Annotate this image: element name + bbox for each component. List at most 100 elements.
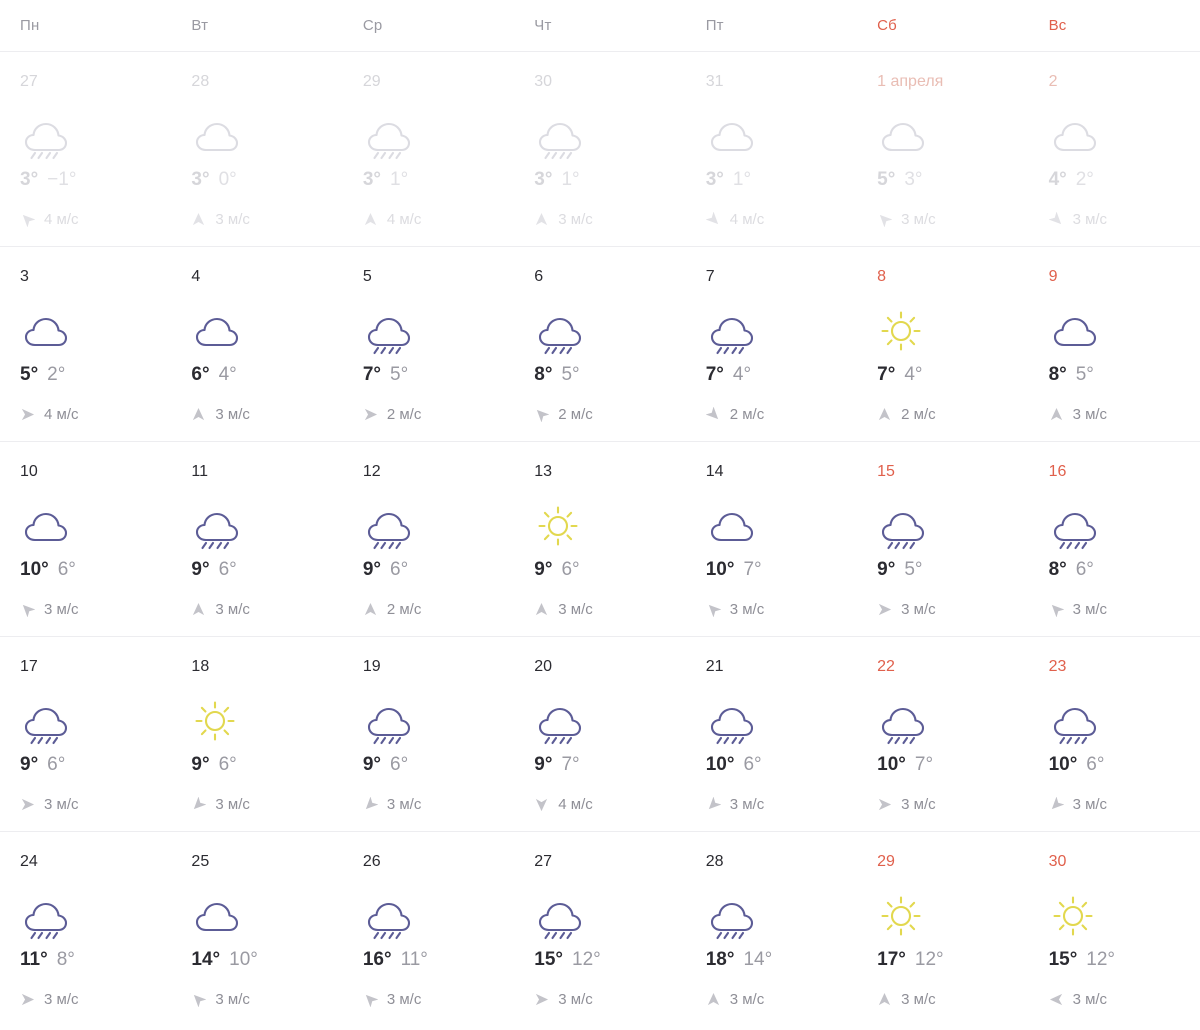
- day-cell[interactable]: 27 15° 12° 3 м/с: [514, 832, 685, 1027]
- day-cell[interactable]: 6 8° 5° 2 м/с: [514, 247, 685, 441]
- wind-info: 3 м/с: [191, 796, 342, 813]
- day-cell[interactable]: 15 9° 5° 3 м/с: [857, 442, 1028, 636]
- wind-speed: 3 м/с: [215, 211, 250, 228]
- wind-direction-arrow-icon: [1049, 992, 1064, 1007]
- temperature-high: 10°: [705, 559, 735, 580]
- wind-info: 3 м/с: [1049, 796, 1200, 813]
- temperature-low: 6°: [57, 559, 76, 580]
- temperature-high: 10°: [1048, 754, 1078, 775]
- day-cell[interactable]: 5 7° 5° 2 м/с: [343, 247, 514, 441]
- day-cell[interactable]: 21 10° 6° 3 м/с: [686, 637, 857, 831]
- wind-speed: 2 м/с: [729, 406, 765, 423]
- temperature-low: 3°: [904, 169, 923, 190]
- temperature-range: 11° 8°: [20, 950, 171, 969]
- day-cell[interactable]: 1 апреля 5° 3° 3 м/с: [857, 52, 1028, 246]
- temperature-high: 5°: [20, 364, 39, 385]
- wind-info: 3 м/с: [706, 991, 857, 1008]
- wind-info: 2 м/с: [534, 406, 685, 423]
- wind-info: 4 м/с: [534, 796, 685, 813]
- weekday-label-6: Вс: [1048, 17, 1067, 34]
- day-cell[interactable]: 3 5° 2° 4 м/с: [0, 247, 171, 441]
- wind-info: 3 м/с: [706, 601, 857, 618]
- day-number: 19: [362, 658, 381, 675]
- day-cell[interactable]: 23 10° 6° 3 м/с: [1029, 637, 1200, 831]
- rain-icon: [534, 112, 685, 160]
- day-number: 1 апреля: [877, 73, 944, 90]
- day-cell[interactable]: 28 3° 0° 3 м/с: [171, 52, 342, 246]
- rain-icon: [20, 112, 171, 160]
- day-cell[interactable]: 30 15° 12° 3 м/с: [1029, 832, 1200, 1027]
- day-cell[interactable]: 17 9° 6° 3 м/с: [0, 637, 171, 831]
- day-cell[interactable]: 19 9° 6° 3 м/с: [343, 637, 514, 831]
- cloud-icon: [20, 307, 171, 355]
- day-cell[interactable]: 11 9° 6° 3 м/с: [171, 442, 342, 636]
- day-cell[interactable]: 4 6° 4° 3 м/с: [171, 247, 342, 441]
- day-cell[interactable]: 25 14° 10° 3 м/с: [171, 832, 342, 1027]
- wind-speed: 4 м/с: [729, 211, 765, 228]
- day-cell[interactable]: 14 10° 7° 3 м/с: [686, 442, 857, 636]
- wind-speed: 3 м/с: [215, 406, 250, 423]
- wind-speed: 3 м/с: [44, 796, 79, 813]
- temperature-low: 1°: [561, 169, 580, 190]
- wind-info: 4 м/с: [20, 211, 171, 228]
- rain-icon: [363, 307, 514, 355]
- wind-direction-arrow-icon: [534, 602, 549, 617]
- day-cell[interactable]: 13 9° 6° 3 м/с: [514, 442, 685, 636]
- temperature-low: 10°: [229, 949, 258, 970]
- wind-info: 3 м/с: [877, 211, 1028, 228]
- wind-speed: 3 м/с: [558, 991, 593, 1008]
- wind-info: 3 м/с: [534, 601, 685, 618]
- day-cell[interactable]: 9 8° 5° 3 м/с: [1029, 247, 1200, 441]
- temperature-range: 8° 6°: [1049, 560, 1200, 579]
- cloud-icon: [706, 502, 857, 550]
- temperature-low: 6°: [743, 754, 762, 775]
- day-number: 15: [877, 463, 895, 480]
- day-cell[interactable]: 29 3° 1° 4 м/с: [343, 52, 514, 246]
- day-cell[interactable]: 20 9° 7° 4 м/с: [514, 637, 685, 831]
- day-number: 6: [534, 268, 544, 285]
- day-number: 27: [534, 853, 553, 870]
- cloud-icon: [191, 112, 342, 160]
- temperature-range: 9° 7°: [534, 755, 685, 774]
- week-row: 27 3° −1° 4 м/с 28 3° 0° 3 м/с 29 3° 1° 4 м/с 30 3° 1°…: [0, 52, 1200, 247]
- wind-direction-arrow-icon: [877, 797, 892, 812]
- day-cell[interactable]: 8 7° 4° 2 м/с: [857, 247, 1028, 441]
- temperature-range: 9° 5°: [877, 560, 1028, 579]
- day-cell[interactable]: 24 11° 8° 3 м/с: [0, 832, 171, 1027]
- rain-icon: [877, 502, 1028, 550]
- day-cell[interactable]: 31 3° 1° 4 м/с: [686, 52, 857, 246]
- rain-icon: [534, 892, 685, 940]
- day-cell[interactable]: 10 10° 6° 3 м/с: [0, 442, 171, 636]
- wind-direction-arrow-icon: [20, 212, 35, 227]
- temperature-low: 4°: [732, 364, 752, 385]
- temperature-range: 10° 7°: [877, 755, 1028, 774]
- day-cell[interactable]: 22 10° 7° 3 м/с: [857, 637, 1028, 831]
- wind-speed: 3 м/с: [901, 211, 936, 228]
- temperature-low: 6°: [390, 754, 409, 775]
- cloud-icon: [1049, 307, 1200, 355]
- day-cell[interactable]: 29 17° 12° 3 м/с: [857, 832, 1028, 1027]
- sun-icon: [877, 892, 1028, 940]
- day-cell[interactable]: 27 3° −1° 4 м/с: [0, 52, 171, 246]
- day-cell[interactable]: 7 7° 4° 2 м/с: [686, 247, 857, 441]
- temperature-low: 1°: [390, 169, 409, 190]
- day-cell[interactable]: 12 9° 6° 2 м/с: [343, 442, 514, 636]
- rain-icon: [363, 112, 514, 160]
- weekday-label-2: Ср: [362, 17, 383, 34]
- day-cell[interactable]: 18 9° 6° 3 м/с: [171, 637, 342, 831]
- weeks-container: 27 3° −1° 4 м/с 28 3° 0° 3 м/с 29 3° 1° 4 м/с 30 3° 1°…: [0, 52, 1200, 1027]
- temperature-range: 5° 3°: [877, 170, 1028, 189]
- day-cell[interactable]: 28 18° 14° 3 м/с: [686, 832, 857, 1027]
- wind-direction-arrow-icon: [877, 212, 893, 227]
- day-cell[interactable]: 16 8° 6° 3 м/с: [1029, 442, 1200, 636]
- temperature-high: 8°: [1048, 559, 1067, 580]
- day-number: 16: [1048, 463, 1067, 480]
- day-cell[interactable]: 30 3° 1° 3 м/с: [514, 52, 685, 246]
- day-cell[interactable]: 26 16° 11° 3 м/с: [343, 832, 514, 1027]
- day-cell[interactable]: 2 4° 2° 3 м/с: [1029, 52, 1200, 246]
- wind-speed: 3 м/с: [558, 601, 593, 618]
- day-number: 28: [705, 853, 724, 870]
- temperature-low: 6°: [218, 559, 237, 580]
- temperature-high: 16°: [362, 949, 392, 970]
- temperature-low: 5°: [1075, 364, 1094, 385]
